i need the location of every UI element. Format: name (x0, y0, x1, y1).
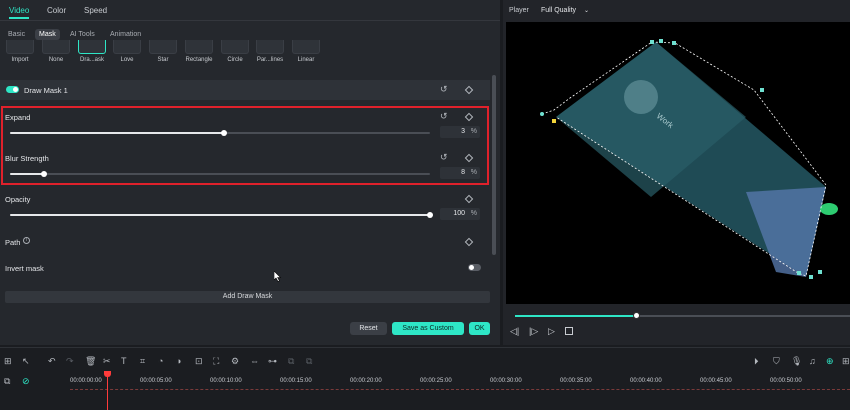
preset-rectangle[interactable]: Rectangle (182, 40, 216, 63)
timecode: 00:00:05:00 (140, 378, 172, 384)
playhead-head[interactable] (104, 371, 111, 377)
timeline-ruler[interactable] (70, 387, 850, 390)
preset-none[interactable]: None (39, 40, 73, 63)
preset-star[interactable]: Star (146, 40, 180, 63)
quality-dropdown[interactable]: Full Quality ⌄ (541, 7, 589, 14)
more-icon[interactable]: ⊞ (842, 356, 850, 367)
preset-draw-mask[interactable]: Dra...ask (75, 40, 109, 63)
split-icon[interactable]: ⇔ (250, 356, 259, 366)
keyframe-icon[interactable] (464, 85, 474, 95)
highlight-box (1, 106, 489, 185)
play-icon[interactable]: ▷ (548, 326, 555, 337)
timecode: 00:00:10:00 (210, 378, 242, 384)
step-back-icon[interactable]: |▷ (529, 326, 538, 337)
subtab-mask[interactable]: Mask (35, 29, 60, 40)
preset-parallel-lines[interactable]: Par...lines (253, 40, 287, 63)
invert-mask-label: Invert mask (5, 264, 44, 273)
reset-button[interactable]: Reset (350, 322, 387, 335)
scissors-icon[interactable]: ✂ (103, 356, 111, 367)
opacity-keyframe-icon[interactable] (464, 194, 474, 204)
timecode: 00:00:30:00 (490, 378, 522, 384)
timecode: 00:00:45:00 (700, 378, 732, 384)
ai-tool-icon[interactable]: ⚙ (231, 356, 239, 367)
group-icon[interactable]: ⧉ (288, 356, 294, 367)
tab-speed[interactable]: Speed (84, 6, 107, 15)
mouse-cursor-icon (274, 271, 282, 282)
redo-icon[interactable]: ↷ (66, 356, 74, 367)
prev-frame-icon[interactable]: ◁| (510, 326, 519, 337)
timecode: 00:00:15:00 (280, 378, 312, 384)
render-icon[interactable]: ⏵ (754, 356, 759, 367)
path-keyframe-icon[interactable] (464, 237, 474, 247)
properties-panel: Video Color Speed Basic Mask AI Tools An… (0, 0, 500, 345)
path-label: Path (5, 238, 21, 247)
scrollbar[interactable] (492, 75, 496, 255)
playhead-handle[interactable] (633, 312, 640, 319)
subtab-animation[interactable]: Animation (106, 29, 145, 40)
add-draw-mask-button[interactable]: Add Draw Mask (5, 291, 490, 303)
opacity-value-field[interactable]: 100% (440, 208, 480, 220)
timecode: 00:00:50:00 (770, 378, 802, 384)
text-icon[interactable]: T (121, 356, 127, 366)
timecode: 00:00:20:00 (350, 378, 382, 384)
chevron-down-icon: ⌄ (583, 8, 589, 14)
freeze-icon[interactable]: ⊡ (195, 356, 203, 367)
subtab-basic[interactable]: Basic (4, 29, 29, 40)
playback-progress[interactable] (515, 312, 850, 319)
tab-underline (9, 17, 29, 19)
timeline-playhead[interactable] (107, 373, 108, 410)
opacity-label: Opacity (5, 195, 31, 204)
timecode: 00:00:25:00 (420, 378, 452, 384)
add-track-icon[interactable]: ⧉ (4, 376, 10, 387)
preset-circle[interactable]: Circle (218, 40, 252, 63)
speed-icon[interactable]: ◔ (158, 356, 163, 366)
audio-split-icon[interactable]: ⊶ (268, 356, 277, 367)
mask-enable-toggle[interactable] (6, 86, 19, 93)
color-icon[interactable]: ◑ (176, 356, 181, 366)
opacity-slider[interactable] (10, 212, 433, 218)
reset-icon[interactable]: ↺ (440, 85, 448, 94)
layout-icon[interactable]: ⊞ (4, 356, 12, 367)
timecode: 00:00:00:00 (70, 378, 102, 384)
player-panel: Player Full Quality ⌄ Work ◁| |▷ ▷ (503, 0, 850, 345)
invert-mask-toggle[interactable] (468, 264, 481, 271)
timecode: 00:00:40:00 (630, 378, 662, 384)
crop-icon[interactable]: ⌗ (140, 356, 145, 367)
tab-color[interactable]: Color (47, 6, 66, 15)
tab-video[interactable]: Video (9, 6, 29, 15)
fullscreen-icon[interactable]: ⛶ (213, 356, 219, 367)
opacity-slider-fill (10, 214, 430, 216)
undo-icon[interactable]: ↶ (48, 356, 56, 367)
mask-title: Draw Mask 1 (24, 86, 68, 95)
microphone-icon[interactable]: 🎙︎ (791, 356, 802, 367)
info-icon[interactable]: i (23, 237, 30, 244)
ok-button[interactable]: OK (469, 322, 490, 335)
opacity-slider-handle[interactable] (427, 212, 433, 218)
video-canvas[interactable]: Work (506, 22, 850, 304)
select-tool-icon[interactable]: ↖ (22, 356, 30, 367)
audio-mix-icon[interactable]: ♫ (809, 356, 816, 366)
divider (0, 20, 500, 21)
stop-icon[interactable] (565, 327, 573, 335)
timecode: 00:00:35:00 (560, 378, 592, 384)
preset-import[interactable]: Import (3, 40, 37, 63)
shield-icon[interactable]: ⛉ (773, 356, 780, 367)
mask-header: Draw Mask 1 ↺ (0, 80, 490, 100)
link-icon[interactable]: ⊘ (22, 376, 30, 387)
subtab-ai-tools[interactable]: AI Tools (66, 29, 99, 40)
save-as-custom-button[interactable]: Save as Custom (392, 322, 464, 335)
player-label: Player (509, 7, 529, 14)
playback-progress-fill (515, 315, 636, 317)
delete-icon[interactable]: 🗑︎ (85, 356, 96, 367)
preset-linear[interactable]: Linear (289, 40, 323, 63)
video-frame: Work (540, 39, 838, 279)
preset-love[interactable]: Love (110, 40, 144, 63)
snap-icon[interactable]: ⊕ (826, 356, 834, 367)
ungroup-icon[interactable]: ⧉ (306, 356, 312, 367)
